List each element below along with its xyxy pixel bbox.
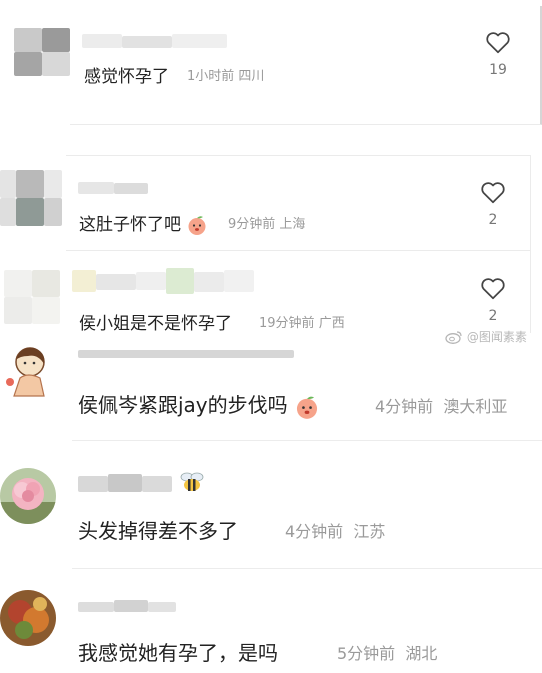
avatar-flower[interactable]	[0, 468, 56, 524]
peach-face-emoji-icon	[296, 396, 318, 419]
username-blurred[interactable]	[78, 474, 174, 494]
divider	[72, 568, 542, 569]
comment-time: 4分钟前	[375, 397, 434, 416]
like-count: 2	[488, 308, 498, 324]
comment-location: 湖北	[405, 644, 438, 663]
comment-time: 9分钟前	[228, 217, 276, 232]
heart-outline-icon[interactable]	[480, 276, 506, 300]
comment-text: 头发掉得差不多了	[78, 519, 238, 543]
watermark: @图闻素素	[445, 328, 527, 348]
comment-meta: 4分钟前 澳大利亚	[375, 393, 507, 417]
comment-meta: 9分钟前 上海	[228, 213, 305, 232]
username-blurred[interactable]	[78, 600, 178, 614]
comment-location: 广西	[318, 316, 345, 331]
comment-time: 19分钟前	[259, 316, 315, 331]
comment-text: 感觉怀孕了	[84, 67, 169, 87]
comment-text-content: 侯佩岑紧跟jay的步伐吗	[78, 393, 288, 417]
divider	[72, 440, 542, 441]
username-blurred[interactable]	[78, 350, 298, 360]
comment-text: 侯佩岑紧跟jay的步伐吗	[78, 389, 320, 420]
watermark-text: @图闻素素	[466, 330, 527, 344]
comment-text: 这肚子怀了吧	[79, 210, 208, 236]
comment-location: 澳大利亚	[443, 397, 508, 416]
like-count: 2	[488, 212, 498, 228]
avatar-food[interactable]	[0, 590, 56, 646]
comment-time: 5分钟前	[337, 644, 396, 663]
peach-face-emoji-icon	[188, 216, 206, 235]
avatar-blurred[interactable]	[0, 170, 62, 226]
comment-location: 四川	[238, 69, 265, 84]
comment-text-content: 这肚子怀了吧	[79, 215, 181, 235]
avatar-blurred[interactable]	[4, 270, 60, 324]
comment-meta: 1小时前 四川	[187, 65, 264, 84]
comment-location: 江苏	[353, 522, 386, 541]
comment-card-2	[66, 155, 531, 251]
avatar-blurred[interactable]	[14, 28, 70, 76]
weibo-logo-icon	[445, 330, 462, 344]
username-blurred[interactable]	[82, 34, 232, 50]
comment-location: 上海	[279, 217, 306, 232]
comment-text: 我感觉她有孕了，是吗	[78, 641, 278, 665]
comment-time: 4分钟前	[285, 522, 344, 541]
comment-meta: 19分钟前 广西	[259, 312, 345, 331]
comment-meta: 5分钟前 湖北	[337, 640, 437, 664]
like-count: 19	[489, 62, 507, 78]
comment-meta: 4分钟前 江苏	[285, 518, 385, 542]
bee-icon	[180, 472, 204, 491]
username-blurred[interactable]	[78, 182, 150, 196]
heart-outline-icon[interactable]	[480, 180, 506, 204]
comment-time: 1小时前	[187, 69, 235, 84]
avatar-cartoon[interactable]	[0, 342, 56, 398]
heart-outline-icon[interactable]	[485, 30, 511, 54]
comment-text: 侯小姐是不是怀孕了	[79, 314, 232, 334]
username-blurred[interactable]	[72, 268, 262, 298]
